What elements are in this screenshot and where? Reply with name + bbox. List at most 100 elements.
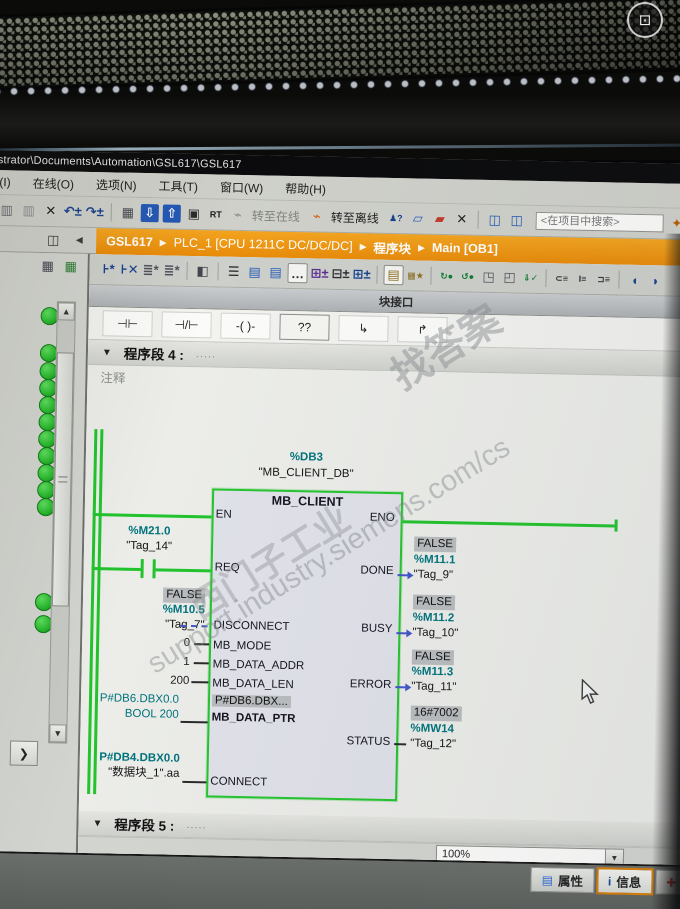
delete-network-icon[interactable]: ⊦✕ [120,261,139,279]
download-to-device-icon[interactable]: ⇩ [140,203,160,223]
statement-list-icon[interactable]: I≡ [573,270,591,288]
insert-branch-icon[interactable]: ≣* [162,261,180,279]
breadcrumb-segment[interactable]: PLC_1 [CPU 1211C DC/DC/DC] [174,236,353,254]
network-comments-icon[interactable]: … [287,262,308,284]
offline-plug-icon[interactable]: ⌁ [308,207,326,225]
refresh-view-icon[interactable]: ▦ [61,257,79,275]
pin-mb-mode[interactable]: MB_MODE [213,639,271,652]
done-tag[interactable]: "Tag_9" [413,568,453,584]
collapse-panel-icon[interactable]: ◀ [70,231,88,249]
redo-icon[interactable]: ↷± [86,203,104,221]
network-5-comment-dots[interactable]: ..... [186,819,207,831]
pin-disconnect[interactable]: DISCONNECT [213,620,289,634]
status-tag[interactable]: "Tag_12" [410,736,456,752]
show-tags-icon[interactable]: ⊞± [352,265,371,283]
start-simulation-icon[interactable]: ▣ [185,205,203,223]
expand-panel-button[interactable]: ❯ [9,740,39,767]
toggle-tree-icon[interactable]: ◫ [44,231,62,249]
coil-icon[interactable]: -( )- [220,312,271,340]
edit-favorites-icon[interactable]: ▦★ [406,266,424,284]
cross-reference-icon[interactable]: ✕ [453,210,471,228]
project-search-input[interactable] [535,211,664,233]
split-editor-vertical-icon[interactable]: ◫ [508,211,526,229]
done-address[interactable]: %M11.1 [414,553,456,569]
mb-mode-value[interactable]: 0 [122,635,191,651]
load-snapshot-icon[interactable]: ◰ [500,268,518,286]
open-all-networks-icon[interactable]: ☰ [224,263,242,281]
scroll-up-button[interactable]: ▲ [57,302,75,321]
pin-status[interactable]: STATUS [310,734,390,748]
status-address[interactable]: %MW14 [410,721,454,737]
menu-item[interactable]: (I) [0,175,11,189]
error-address[interactable]: %M11.3 [411,664,453,680]
show-favorites-icon[interactable]: ⊞± [310,264,328,282]
insert-row-icon[interactable]: ≣* [141,261,159,279]
project-library-icon[interactable]: ✦ [668,215,680,233]
pin-req[interactable]: REQ [215,562,240,574]
block-db-name[interactable]: "MB_CLIENT_DB" [212,465,399,481]
jump-labels-icon[interactable]: ⊟± [331,265,349,283]
nc-contact-icon[interactable]: ⊣/⊢ [161,311,212,339]
undo-icon[interactable]: ↶± [64,202,82,220]
insert-network-icon[interactable]: ⊦* [99,260,117,278]
split-editor-horizontal-icon[interactable]: ◫ [486,211,504,229]
pin-mb-data-ptr[interactable]: MB_DATA_PTR [212,711,296,725]
upload-from-device-icon[interactable]: ⇧ [162,204,182,223]
ladder-canvas[interactable]: %M21.0 "Tag_14" MB_CLIENT %DB3 "MB_CLIEN… [78,386,680,824]
open-branch-icon[interactable]: ↳ [338,314,389,342]
breadcrumb-segment[interactable]: 程序块 [373,237,411,257]
start-cpu-icon[interactable]: ▱ [409,209,427,227]
close-branch-icon[interactable]: ↱ [397,316,448,344]
disconnect-address[interactable]: %M10.5 [123,602,205,619]
next-error-icon[interactable]: ◗ [646,271,664,289]
goto-network-icon[interactable]: ▤ [383,264,404,286]
compile-icon[interactable]: ▦ [119,204,137,222]
mb-data-len-value[interactable]: 200 [121,673,189,689]
pin-mb-data-addr[interactable]: MB_DATA_ADDR [213,658,305,672]
pin-busy[interactable]: BUSY [312,621,393,635]
paste-icon[interactable]: ▥ [0,201,16,219]
snapshot-icon[interactable]: ◳ [479,268,497,286]
close-all-networks-icon[interactable]: ▤ [245,263,263,281]
detail-view-icon[interactable]: ▦ [39,257,57,275]
pin-error[interactable]: ERROR [311,677,392,691]
tab-info[interactable]: i 信息 [596,868,653,895]
menu-item[interactable]: 选项(N) [96,176,137,194]
network-4-comment-dots[interactable]: ..... [196,348,217,360]
convert-icon[interactable]: ⊐≡ [594,270,612,288]
block-db-address[interactable]: %DB3 [213,449,400,465]
insert-comment-icon[interactable]: ⊂≡ [552,269,570,287]
req-operand-tag[interactable]: "Tag_14" [104,538,194,555]
block-call-icon[interactable]: ◧ [193,262,211,280]
collapse-triangle[interactable]: ▼ [102,347,112,358]
zoom-dropdown-button[interactable]: ▼ [604,848,625,866]
empty-box-icon[interactable]: ?? [279,313,330,341]
mb-data-addr-value[interactable]: 1 [122,654,190,670]
monitoring-off-icon[interactable]: ↺● [458,267,476,285]
absolute-operands-icon[interactable]: ▤ [266,263,284,281]
menu-item[interactable]: 在线(O) [33,174,75,192]
pin-connect[interactable]: CONNECT [210,775,267,788]
modify-values-icon[interactable]: ⇓✓ [521,269,539,287]
menu-item[interactable]: 帮助(H) [285,179,326,197]
pin-mb-data-len[interactable]: MB_DATA_LEN [212,677,294,691]
error-tag[interactable]: "Tag_11" [411,679,456,695]
pin-eno[interactable]: ENO [315,511,395,524]
connect-line2[interactable]: "数据块_1".aa [85,765,180,782]
menu-item[interactable]: 窗口(W) [220,178,264,196]
no-contact-icon[interactable]: ⊣⊢ [102,310,153,338]
mb-data-ptr-line1[interactable]: P#DB6.DBX0.0 [91,691,179,708]
online-plug-icon[interactable]: ⌁ [229,206,247,224]
go-offline-button[interactable]: 转至离线 [331,208,379,226]
pin-en[interactable]: EN [216,509,232,521]
busy-address[interactable]: %M11.2 [413,610,455,626]
tab-diagnostics[interactable]: ✚诊断 [655,869,680,896]
runtime-icon[interactable]: RT [207,205,225,223]
screen-capture-icon[interactable]: ⊡ [627,2,663,38]
breadcrumb-segment[interactable]: Main [OB1] [432,241,498,256]
scrollbar-thumb[interactable] [51,352,74,607]
previous-error-icon[interactable]: ◖ [625,271,643,289]
mb-data-ptr-line2[interactable]: BOOL 200 [91,706,179,723]
delete-icon[interactable]: ✕ [42,202,60,220]
go-online-button[interactable]: 转至在线 [252,207,300,225]
